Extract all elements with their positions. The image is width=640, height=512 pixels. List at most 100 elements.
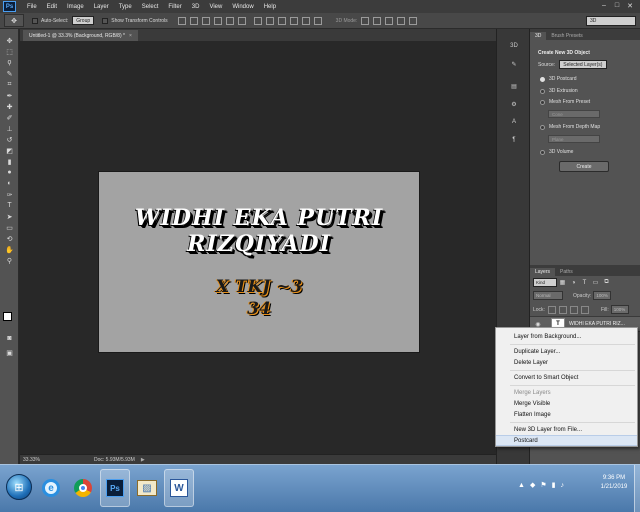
auto-select-checkbox[interactable] — [32, 17, 38, 24]
eraser-tool-icon[interactable]: ◩ — [0, 145, 19, 156]
adjustment-filter-icon[interactable]: ◑ — [568, 278, 579, 287]
radio-3d-volume[interactable] — [540, 149, 545, 155]
shape-filter-icon[interactable]: ▭ — [590, 278, 601, 287]
align-left-icon[interactable] — [213, 16, 222, 25]
menu-item-convert-smart-object[interactable]: Convert to Smart Object — [496, 372, 637, 383]
crop-tool-icon[interactable]: ⌗ — [0, 79, 19, 90]
type-tool-icon[interactable]: T — [0, 200, 19, 211]
minimize-button[interactable]: – — [598, 1, 610, 10]
screen-mode-icon[interactable]: ▣ — [0, 347, 19, 358]
menu-3d[interactable]: 3D — [187, 4, 205, 10]
menu-file[interactable]: File — [22, 4, 42, 10]
quick-mask-icon[interactable]: ◙ — [0, 333, 19, 344]
move-tool-icon[interactable]: ✥ — [0, 35, 19, 46]
menu-item-new-3d-layer[interactable]: New 3D Layer from File... — [496, 424, 637, 435]
eyedropper-tool-icon[interactable]: ✒ — [0, 90, 19, 101]
align-middle-icon[interactable] — [189, 16, 198, 25]
3d-drag-icon[interactable] — [385, 16, 394, 25]
maximize-button[interactable]: □ — [611, 1, 623, 10]
pen-tool-icon[interactable]: ✑ — [0, 189, 19, 200]
blend-mode-select[interactable]: Normal — [533, 291, 563, 300]
opacity-field[interactable]: 100% — [593, 291, 612, 300]
show-transform-checkbox[interactable] — [102, 17, 109, 24]
tab-3d[interactable]: 3D — [530, 32, 547, 40]
option-mesh-from-depth-map[interactable]: Mesh From Depth Map — [540, 124, 600, 130]
distribute-left-icon[interactable] — [289, 16, 298, 25]
distribute-right-icon[interactable] — [313, 16, 322, 25]
menu-window[interactable]: Window — [227, 4, 258, 10]
taskbar-ie[interactable]: e — [36, 469, 66, 507]
tray-action-center-icon[interactable]: ⚑ — [540, 481, 546, 489]
menu-layer[interactable]: Layer — [89, 4, 114, 10]
3d-scale-icon[interactable] — [409, 16, 418, 25]
menu-item-duplicate-layer[interactable]: Duplicate Layer... — [496, 346, 637, 357]
menu-type[interactable]: Type — [114, 4, 137, 10]
quick-select-tool-icon[interactable]: ✎ — [0, 68, 19, 79]
3d-rotate-icon[interactable] — [361, 16, 370, 25]
align-top-icon[interactable] — [177, 16, 186, 25]
menu-filter[interactable]: Filter — [163, 4, 186, 10]
fill-field[interactable]: 100% — [610, 305, 629, 314]
menu-help[interactable]: Help — [259, 4, 281, 10]
properties-icon[interactable]: ⚙ — [504, 97, 524, 111]
smart-object-filter-icon[interactable]: ⧉ — [601, 278, 612, 287]
document-tab[interactable]: Untitled-1 @ 33.3% (Background, RGB/8) *… — [23, 30, 138, 41]
network-icon[interactable]: ▮ — [552, 481, 556, 489]
start-button[interactable]: ⊞ — [6, 474, 32, 500]
option-3d-postcard[interactable]: 3D Postcard — [540, 76, 577, 82]
show-desktop-button[interactable] — [634, 465, 640, 512]
distribute-bottom-icon[interactable] — [277, 16, 286, 25]
taskbar-clock[interactable]: 9:36 PM 1/21/2019 — [596, 474, 632, 492]
menu-item-delete-layer[interactable]: Delete Layer — [496, 357, 637, 368]
tab-close-icon[interactable]: × — [129, 33, 132, 39]
lock-position-icon[interactable] — [569, 305, 578, 314]
lock-all-icon[interactable] — [580, 305, 589, 314]
lock-pixels-icon[interactable] — [558, 305, 567, 314]
gradient-tool-icon[interactable]: ▮ — [0, 156, 19, 167]
lock-transparency-icon[interactable] — [547, 305, 556, 314]
marquee-tool-icon[interactable]: ⬚ — [0, 46, 19, 57]
zoom-tool-icon[interactable]: ⚲ — [0, 255, 19, 266]
auto-select-dropdown[interactable]: Group — [72, 16, 95, 25]
menu-item-merge-visible[interactable]: Merge Visible — [496, 398, 637, 409]
path-select-tool-icon[interactable]: ➤ — [0, 211, 19, 222]
brush-tool-icon[interactable]: ✐ — [0, 112, 19, 123]
tab-paths[interactable]: Paths — [555, 268, 578, 276]
zoom-level[interactable]: 33.33% — [20, 457, 42, 463]
blur-tool-icon[interactable]: ● — [0, 167, 19, 178]
taskbar-photoshop[interactable]: Ps — [100, 469, 130, 507]
taskbar-chrome[interactable] — [68, 469, 98, 507]
create-button[interactable]: Create — [559, 161, 609, 172]
foreground-color-swatch[interactable] — [3, 312, 12, 321]
status-menu-arrow-icon[interactable]: ▶ — [141, 457, 145, 463]
source-select[interactable]: Selected Layer(s) — [559, 60, 608, 69]
option-3d-extrusion[interactable]: 3D Extrusion — [540, 88, 578, 94]
history-icon[interactable]: ▤ — [504, 79, 524, 93]
3d-slide-icon[interactable] — [397, 16, 406, 25]
taskbar-photo-viewer[interactable]: ▨ — [132, 469, 162, 507]
kind-filter-select[interactable]: Kind — [533, 278, 557, 287]
radio-mesh-from-depth-map[interactable] — [540, 124, 545, 130]
radio-3d-postcard[interactable] — [540, 76, 545, 82]
tray-app-icon[interactable]: ◆ — [530, 481, 535, 489]
menu-edit[interactable]: Edit — [42, 4, 62, 10]
menu-image[interactable]: Image — [62, 4, 89, 10]
lasso-tool-icon[interactable]: ϙ — [0, 57, 19, 68]
healing-brush-tool-icon[interactable]: ✚ — [0, 101, 19, 112]
align-center-icon[interactable] — [225, 16, 234, 25]
menu-select[interactable]: Select — [137, 4, 164, 10]
radio-mesh-from-preset[interactable] — [540, 99, 545, 105]
align-bottom-icon[interactable] — [201, 16, 210, 25]
paragraph-icon[interactable]: ¶ — [504, 133, 524, 147]
history-brush-tool-icon[interactable]: ↺ — [0, 134, 19, 145]
move-tool-preset-icon[interactable]: ✥ — [4, 14, 24, 27]
menu-item-layer-from-background[interactable]: Layer from Background... — [496, 331, 637, 342]
workspace-select[interactable]: 3D — [586, 16, 636, 26]
document-canvas[interactable]: WIDHI EKA PUTRI RIZQIYADI X TKJ ~3 34 — [99, 172, 419, 352]
pixel-filter-icon[interactable]: ▦ — [557, 278, 568, 287]
radio-3d-extrusion[interactable] — [540, 88, 545, 94]
distribute-center-icon[interactable] — [301, 16, 310, 25]
dodge-tool-icon[interactable]: ◐ — [0, 178, 19, 189]
tab-layers[interactable]: Layers — [530, 268, 556, 276]
option-3d-volume[interactable]: 3D Volume — [540, 149, 573, 155]
